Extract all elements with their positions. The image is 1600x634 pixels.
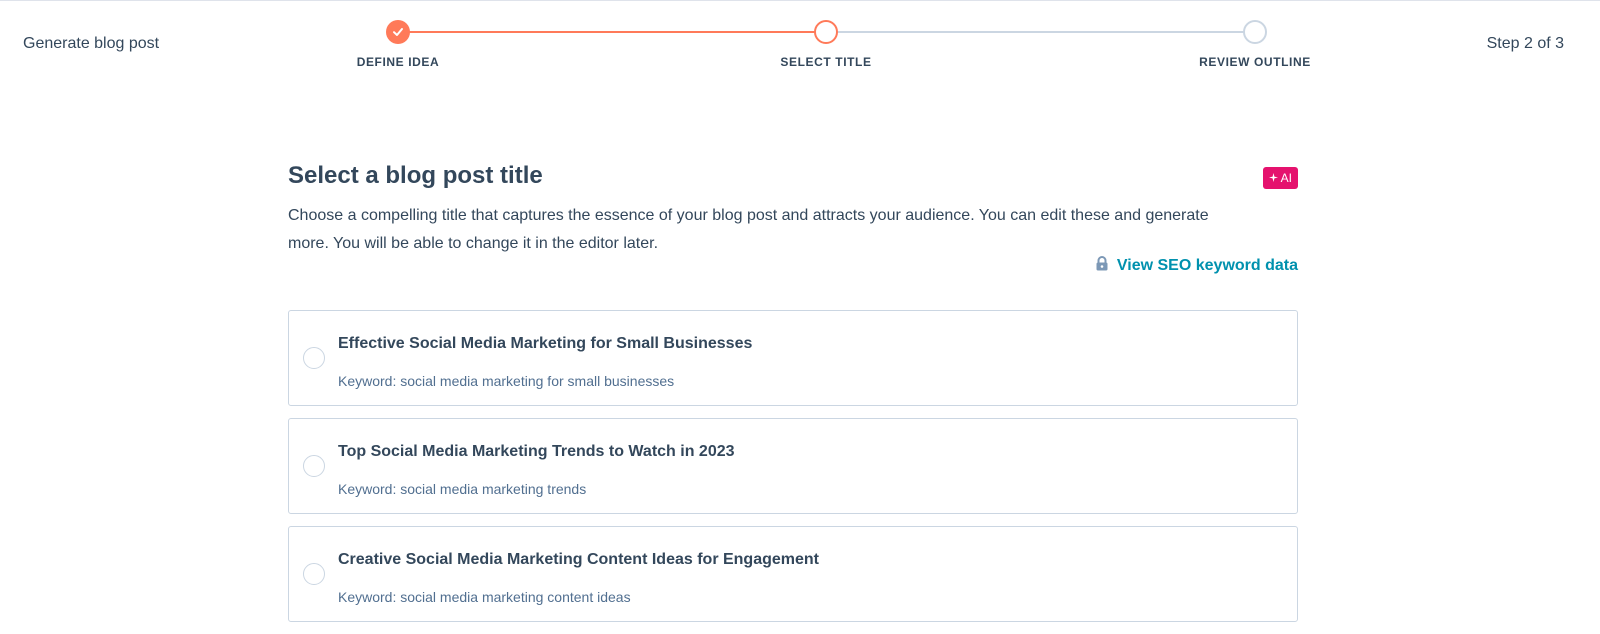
- stepper-track-completed: [398, 31, 826, 33]
- step-label: DEFINE IDEA: [356, 55, 440, 69]
- seo-link-label: View SEO keyword data: [1116, 257, 1298, 274]
- sparkle-icon: [1268, 167, 1278, 189]
- title-option-title: Effective Social Media Marketing for Sma…: [338, 335, 753, 352]
- title-option-radio[interactable]: [303, 563, 325, 585]
- title-option-radio[interactable]: [303, 455, 325, 477]
- title-option-keyword: Keyword: social media marketing for smal…: [338, 373, 675, 389]
- pending-step-indicator: [1243, 20, 1267, 44]
- title-option-keyword: Keyword: social media marketing trends: [338, 481, 587, 497]
- checkmark-icon: [386, 20, 410, 44]
- step-label: REVIEW OUTLINE: [1199, 55, 1311, 69]
- active-step-indicator: [814, 20, 838, 44]
- title-option-title: Top Social Media Marketing Trends to Wat…: [338, 443, 735, 460]
- step-label: SELECT TITLE: [780, 55, 872, 69]
- lock-icon: [1095, 256, 1109, 276]
- ai-badge-label: AI: [1280, 171, 1292, 185]
- title-option-keyword: Keyword: social media marketing content …: [338, 589, 631, 605]
- title-options-list: Effective Social Media Marketing for Sma…: [288, 310, 1298, 634]
- progress-stepper: DEFINE IDEA SELECT TITLE REVIEW OUTLINE: [0, 0, 1600, 90]
- view-seo-keyword-data-link[interactable]: View SEO keyword data: [1095, 256, 1298, 276]
- title-option[interactable]: Effective Social Media Marketing for Sma…: [288, 310, 1298, 406]
- title-option-title: Creative Social Media Marketing Content …: [338, 551, 819, 568]
- page-description: Choose a compelling title that captures …: [288, 207, 1209, 252]
- page-title: Select a blog post title: [288, 162, 543, 189]
- title-option[interactable]: Creative Social Media Marketing Content …: [288, 526, 1298, 622]
- title-option[interactable]: Top Social Media Marketing Trends to Wat…: [288, 418, 1298, 514]
- ai-badge: AI: [1262, 167, 1298, 189]
- title-option-radio[interactable]: [303, 347, 325, 369]
- stepper-track-pending: [826, 31, 1256, 33]
